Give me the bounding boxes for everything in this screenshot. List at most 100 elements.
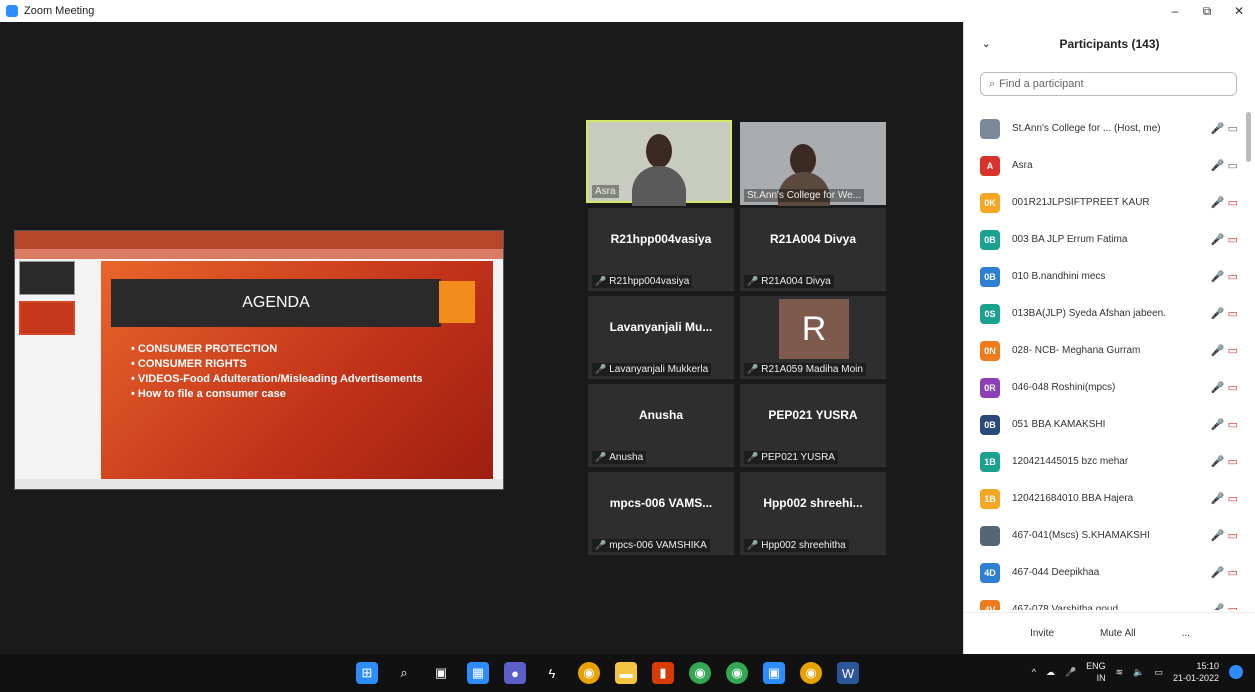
participant-name: 010 B.nandhini mecs bbox=[1012, 271, 1106, 282]
task-view-icon[interactable]: ▣ bbox=[430, 662, 452, 684]
mic-video-status-icon[interactable]: 🎤 ▭ bbox=[1211, 270, 1238, 283]
file-explorer-icon[interactable]: ▬ bbox=[615, 662, 637, 684]
chevron-down-icon[interactable]: ⌄ bbox=[982, 39, 990, 50]
participant-name: 001R21JLPSIFTPREET KAUR bbox=[1012, 197, 1150, 208]
volume-icon[interactable]: 🔈 bbox=[1133, 667, 1144, 678]
video-tile[interactable]: St.Ann's College for We... bbox=[740, 122, 886, 206]
participant-row[interactable]: 0N 028- NCB- Meghana Gurram 🎤 ▭ bbox=[964, 332, 1255, 369]
tile-name: 🎤 mpcs-006 VAMSHIKA bbox=[592, 539, 710, 552]
chrome-2-icon[interactable]: ◉ bbox=[800, 662, 822, 684]
participant-row[interactable]: St.Ann's College for ... (Host, me) 🎤 ▭ bbox=[964, 110, 1255, 147]
mic-video-status-icon[interactable]: 🎤 ▭ bbox=[1211, 307, 1238, 320]
taskbar-apps: ⊞ ⌕ ▣ ▦ ● ϟ ◉ ▬ ▮ ◉ ◉ ▣ ◉ W bbox=[356, 662, 859, 684]
participant-row[interactable]: 0B 051 BBA KAMAKSHI 🎤 ▭ bbox=[964, 406, 1255, 443]
app-icon[interactable]: ϟ bbox=[541, 662, 563, 684]
participant-list: St.Ann's College for ... (Host, me) 🎤 ▭ A A… bbox=[964, 110, 1255, 610]
chat-icon[interactable]: ● bbox=[504, 662, 526, 684]
mic-video-status-icon[interactable]: 🎤 ▭ bbox=[1211, 418, 1238, 431]
mic-video-status-icon[interactable]: 🎤 ▭ bbox=[1211, 455, 1238, 468]
participant-row[interactable]: 0K 001R21JLPSIFTPREET KAUR 🎤 ▭ bbox=[964, 184, 1255, 221]
participant-row[interactable]: 0R 046-048 Roshini(mpcs) 🎤 ▭ bbox=[964, 369, 1255, 406]
participant-name: 051 BBA KAMAKSHI bbox=[1012, 419, 1106, 430]
participant-row[interactable]: 0B 010 B.nandhini mecs 🎤 ▭ bbox=[964, 258, 1255, 295]
chrome-icon[interactable]: ◉ bbox=[578, 662, 600, 684]
mic-video-status-icon[interactable]: 🎤 ▭ bbox=[1211, 233, 1238, 246]
tile-big-name: Lavanyanjali Mu... bbox=[609, 320, 713, 334]
search-input[interactable]: ⌕ Find a participant bbox=[980, 72, 1237, 96]
mute-all-button[interactable]: Mute All bbox=[1094, 625, 1142, 642]
tile-name: 🎤 R21A004 Divya bbox=[744, 275, 834, 288]
mic-video-status-icon[interactable]: 🎤 ▭ bbox=[1211, 492, 1238, 505]
mic-off-icon: 🎤 bbox=[747, 452, 759, 462]
tile-big-name: R21A004 Divya bbox=[769, 232, 857, 246]
chrome-profile-2-icon[interactable]: ◉ bbox=[726, 662, 748, 684]
search-icon: ⌕ bbox=[989, 77, 996, 90]
participant-name: 003 BA JLP Errum Fatima bbox=[1012, 234, 1128, 245]
participant-row[interactable]: 467-041(Mscs) S.KHAMAKSHI 🎤 ▭ bbox=[964, 517, 1255, 554]
meeting-stage: AGENDA • CONSUMER PROTECTION • CONSUMER … bbox=[0, 22, 963, 654]
window-title: Zoom Meeting bbox=[24, 5, 95, 17]
battery-icon[interactable]: ▭ bbox=[1154, 667, 1163, 678]
scrollbar[interactable] bbox=[1246, 112, 1251, 162]
start-icon[interactable]: ⊞ bbox=[356, 662, 378, 684]
avatar: 0N bbox=[980, 340, 1000, 361]
tile-label: Anusha bbox=[609, 452, 644, 463]
widgets-icon[interactable]: ▦ bbox=[467, 662, 489, 684]
avatar: 1B bbox=[980, 488, 1000, 509]
notification-icon[interactable] bbox=[1229, 665, 1243, 679]
close-button[interactable]: ✕ bbox=[1223, 0, 1255, 22]
tile-big-name: Anusha bbox=[638, 408, 683, 422]
word-icon[interactable]: W bbox=[837, 662, 859, 684]
mic-video-status-icon[interactable]: 🎤 ▭ bbox=[1211, 159, 1238, 172]
video-tile[interactable]: Lavanyanjali Mu... 🎤 Lavanyanjali Mukkerl… bbox=[588, 296, 734, 379]
minimize-button[interactable]: – bbox=[1159, 0, 1191, 22]
mic-icon[interactable]: 🎤 bbox=[1065, 667, 1076, 678]
video-tile[interactable]: PEP021 YUSRA 🎤 PEP021 YUSRA bbox=[740, 384, 886, 467]
avatar: 1B bbox=[980, 451, 1000, 472]
clock[interactable]: 15:10 21-01-2022 bbox=[1173, 660, 1219, 684]
mic-video-status-icon[interactable]: 🎤 ▭ bbox=[1211, 381, 1238, 394]
chrome-profile-icon[interactable]: ◉ bbox=[689, 662, 711, 684]
wifi-icon[interactable]: ≋ bbox=[1116, 667, 1124, 678]
participant-row[interactable]: 1B 120421445015 bzc mehar 🎤 ▭ bbox=[964, 443, 1255, 480]
invite-button[interactable]: Invite bbox=[1024, 625, 1060, 642]
video-tile[interactable]: R21hpp004vasiya 🎤 R21hpp004vasiya bbox=[588, 208, 734, 291]
participant-name: 467-044 Deepikhaa bbox=[1012, 567, 1100, 578]
tile-label: St.Ann's College for We... bbox=[747, 190, 861, 201]
participant-name: 467-078 Varshitha goud bbox=[1012, 604, 1119, 610]
search-icon[interactable]: ⌕ bbox=[393, 662, 415, 684]
participant-row[interactable]: A Asra 🎤 ▭ bbox=[964, 147, 1255, 184]
mic-off-icon: 🎤 bbox=[595, 540, 607, 550]
participant-row[interactable]: 1B 120421684010 BBA Hajera 🎤 ▭ bbox=[964, 480, 1255, 517]
participant-body bbox=[632, 166, 686, 206]
video-tile[interactable]: Hpp002 shreehi... 🎤 Hpp002 shreehitha bbox=[740, 472, 886, 555]
language-indicator[interactable]: ENG IN bbox=[1086, 660, 1106, 684]
zoom-icon[interactable]: ▣ bbox=[763, 662, 785, 684]
tile-name: 🎤 R21A059 Madiha Moin bbox=[744, 363, 866, 376]
mic-video-status-icon[interactable]: 🎤 ▭ bbox=[1211, 344, 1238, 357]
video-tile[interactable]: Anusha 🎤 Anusha bbox=[588, 384, 734, 467]
mic-video-status-icon[interactable]: 🎤 ▭ bbox=[1211, 529, 1238, 542]
video-tile[interactable]: R 🎤 R21A059 Madiha Moin bbox=[740, 296, 886, 379]
onedrive-icon[interactable]: ☁ bbox=[1046, 667, 1055, 678]
chevron-up-icon[interactable]: ^ bbox=[1032, 667, 1036, 677]
avatar: 0R bbox=[980, 377, 1000, 398]
mic-video-status-icon[interactable]: 🎤 ▭ bbox=[1211, 122, 1238, 135]
mic-video-status-icon[interactable]: 🎤 ▭ bbox=[1211, 603, 1238, 610]
mic-video-status-icon[interactable]: 🎤 ▭ bbox=[1211, 196, 1238, 209]
restore-button[interactable]: ⧉ bbox=[1191, 0, 1223, 22]
more-button[interactable]: ... bbox=[1176, 625, 1196, 642]
participant-row[interactable]: 4D 467-044 Deepikhaa 🎤 ▭ bbox=[964, 554, 1255, 591]
zoom-logo-icon bbox=[6, 5, 18, 17]
participant-row[interactable]: 4V 467-078 Varshitha goud 🎤 ▭ bbox=[964, 591, 1255, 610]
participant-row[interactable]: 0S 013BA(JLP) Syeda Afshan jabeen. 🎤 ▭ bbox=[964, 295, 1255, 332]
video-tile[interactable]: R21A004 Divya 🎤 R21A004 Divya bbox=[740, 208, 886, 291]
slide-bullet: • CONSUMER RIGHTS bbox=[131, 358, 247, 370]
video-tile[interactable]: mpcs-006 VAMS... 🎤 mpcs-006 VAMSHIKA bbox=[588, 472, 734, 555]
slide-thumb-1 bbox=[19, 261, 75, 295]
participant-row[interactable]: 0B 003 BA JLP Errum Fatima 🎤 ▭ bbox=[964, 221, 1255, 258]
slide-bullet: • How to file a consumer case bbox=[131, 388, 286, 400]
mic-video-status-icon[interactable]: 🎤 ▭ bbox=[1211, 566, 1238, 579]
office-icon[interactable]: ▮ bbox=[652, 662, 674, 684]
video-tile[interactable]: Asra bbox=[586, 120, 732, 206]
